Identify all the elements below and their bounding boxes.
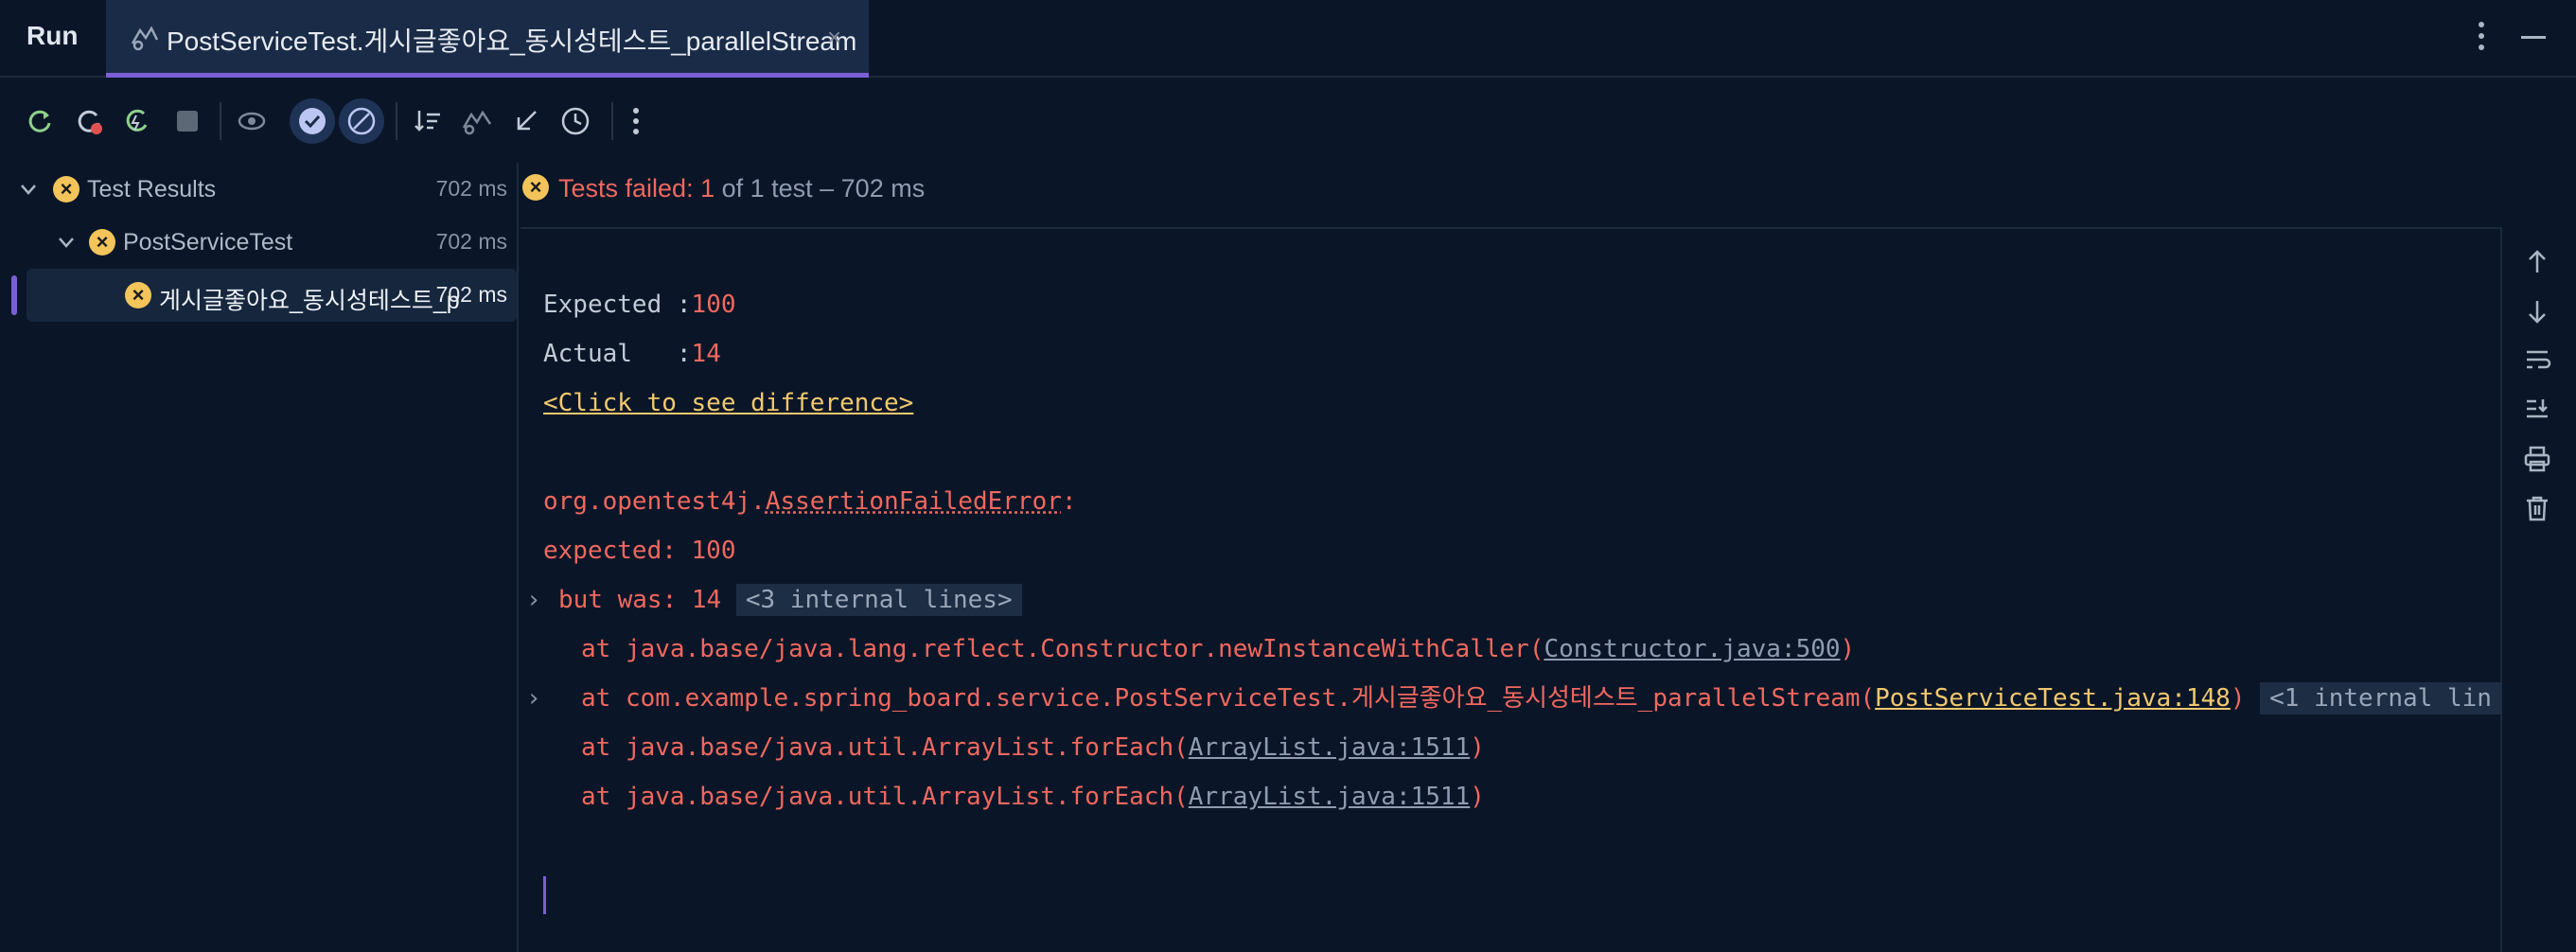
actual-line: Actual :14 [543,335,721,373]
expected-message-line: expected: 100 [543,537,736,565]
toolbar-separator [396,102,397,140]
stop-icon[interactable] [168,102,206,140]
history-icon[interactable] [556,102,594,140]
source-link[interactable]: ArrayList.java:1511 [1189,783,1470,811]
tree-node-duration: 702 ms [435,176,507,201]
stack-frame-text: at java.base/java.util.ArrayList.forEach… [581,733,1189,762]
tree-node-duration: 702 ms [435,229,507,254]
exception-package: org.opentest4j. [543,487,766,516]
stack-frame-text: at java.base/java.util.ArrayList.forEach… [581,783,1189,811]
show-ignored-toggle-icon[interactable] [339,98,384,144]
source-link[interactable]: Constructor.java:500 [1544,635,1840,663]
but-was-text: but was: 14 [558,586,722,614]
import-tests-icon[interactable] [507,102,545,140]
arrow-down-icon[interactable] [2523,297,2551,326]
tree-node-duration: 702 ms [435,282,507,307]
test-results-tree: × Test Results 702 ms × PostServiceTest … [0,163,519,952]
run-configuration-tab[interactable]: PostServiceTest.게시글좋아요_동시성테스트_parallelSt… [106,0,869,78]
sort-icon[interactable] [409,102,447,140]
tree-node-test-results[interactable]: × Test Results 702 ms [0,163,517,216]
tab-title: PostServiceTest.게시글좋아요_동시성테스트_parallelSt… [167,26,857,56]
stack-trace-line: at java.base/java.lang.reflect.Construct… [581,630,1855,668]
failed-test-icon: × [125,282,151,309]
stack-trace-line: at java.base/java.util.ArrayList.forEach… [581,729,1485,767]
stack-frame-close: ) [1840,635,1856,663]
run-tool-window-title: Run [26,21,79,50]
stack-frame-text: at com.example.spring_board.service.Post… [581,684,1876,713]
show-passed-icon[interactable] [290,98,335,144]
actual-value: 14 [691,340,721,368]
stack-frame-text: at java.base/java.lang.reflect.Construct… [581,635,1544,663]
actual-label: Actual : [543,340,692,368]
arrow-up-icon[interactable] [2523,248,2551,276]
scroll-to-end-icon[interactable] [2523,396,2551,424]
click-to-see-difference-link[interactable]: <Click to see difference> [543,389,913,417]
test-runner-toolbar [0,95,700,148]
tool-window-header: Run PostServiceTest.게시글좋아요_동시성테스트_parall… [0,0,2576,78]
tree-node-label: Test Results [87,176,217,203]
text-caret [543,876,546,914]
exception-class-link[interactable]: AssertionFailedError [766,487,1062,516]
expected-line: Expected :100 [543,286,736,324]
soft-wrap-icon[interactable] [2523,346,2551,375]
failed-status-icon: × [522,174,549,201]
trash-icon[interactable] [2523,494,2551,522]
diff-line: <Click to see difference> [543,384,913,422]
status-failed-count: Tests failed: 1 [558,174,715,203]
more-options-icon[interactable] [2472,15,2491,57]
exception-line: org.opentest4j.AssertionFailedError: [543,483,1077,520]
rerun-failed-icon[interactable] [70,102,108,140]
stack-frame-close: ) [1470,783,1485,811]
expected-value: 100 [691,291,736,319]
test-run-icon [131,26,159,51]
internal-lines-fold[interactable]: <3 internal lines> [735,584,1022,616]
source-link[interactable]: ArrayList.java:1511 [1189,733,1470,762]
close-icon[interactable]: × [827,23,841,52]
tree-node-test-class[interactable]: × PostServiceTest 702 ms [0,216,517,269]
chevron-down-icon[interactable] [55,231,78,254]
selection-marker [11,275,17,315]
expand-fold-icon[interactable]: › [526,679,541,717]
toolbar-separator [220,102,221,140]
status-text: Tests failed: 1 of 1 test – 702 ms [558,174,925,203]
but-was-line: › but was: 14 <3 internal lines> [526,581,1022,619]
failed-test-icon: × [53,176,79,203]
toolbar-separator [611,102,613,140]
chevron-down-icon[interactable] [17,178,40,201]
stack-trace-line: at java.base/java.util.ArrayList.forEach… [581,778,1485,816]
tree-node-test-method[interactable]: × 게시글좋아요_동시성테스트_p 702 ms [26,269,517,322]
expected-label: Expected : [543,291,692,319]
console-output[interactable]: Expected :100 Actual :14 <Click to see d… [520,227,2502,952]
exception-colon: : [1061,487,1077,516]
stack-trace-line: › at com.example.spring_board.service.Po… [526,679,2501,717]
rerun-icon[interactable] [21,102,59,140]
failed-test-icon: × [89,229,115,256]
stack-frame-close: ) [1470,733,1485,762]
stack-frame-close: ) [2230,684,2246,713]
status-summary: of 1 test – 702 ms [715,174,926,203]
show-ignored-icon[interactable] [233,102,271,140]
tree-node-label: PostServiceTest [123,229,293,256]
toggle-auto-test-icon[interactable] [119,102,157,140]
print-icon[interactable] [2523,445,2551,473]
expand-fold-icon[interactable]: › [526,581,541,619]
internal-lines-fold[interactable]: <1 internal lin [2260,682,2501,714]
more-icon[interactable] [617,102,655,140]
minimize-icon[interactable] [2521,36,2546,39]
tree-node-label: 게시글좋아요_동시성테스트_p [159,288,460,314]
collapse-icon[interactable] [458,102,496,140]
source-link[interactable]: PostServiceTest.java:148 [1875,684,2231,713]
